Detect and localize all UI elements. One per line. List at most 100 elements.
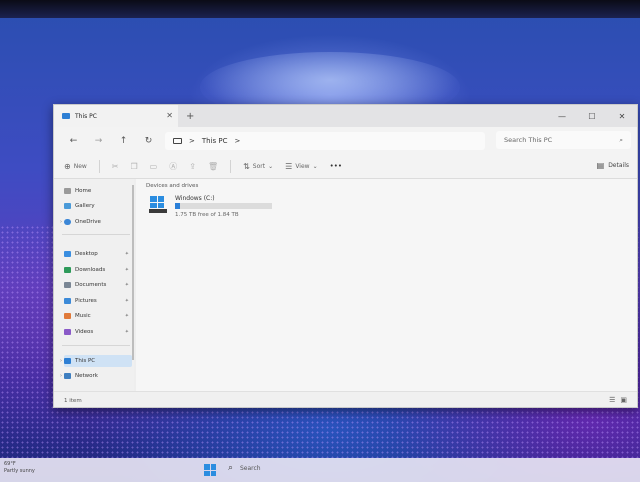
sidebar-item-label: Documents [75,282,107,288]
search-placeholder: Search This PC [504,136,553,144]
drive-usage-fill [175,203,180,209]
sidebar-item-label: Downloads [75,267,106,273]
tiles-view-icon[interactable]: ▣ [620,396,627,404]
plus-icon: ⊕ [64,161,71,171]
chevron-right-icon[interactable]: › [60,373,62,379]
navigation-bar: ← → ↑ ↻ > This PC > Search This PC ⌕ [54,127,637,154]
share-icon[interactable]: ⇪ [189,162,196,171]
sidebar-item-documents[interactable]: Documents ✦ [64,279,132,291]
sidebar-item-label: Pictures [75,298,97,304]
taskbar-search[interactable]: Search [240,465,261,472]
chevron-down-icon: ⌄ [312,162,318,170]
sidebar-item-music[interactable]: Music ✦ [64,310,132,322]
windows-logo-icon [150,196,164,208]
search-icon[interactable]: ⌕ [228,463,233,473]
file-explorer-window: This PC ✕ + — ☐ ✕ ← → ↑ ↻ > This PC > Se… [53,104,638,408]
file-list-area: Devices and drives Windows (C:) 1.75 TB … [136,179,637,391]
breadcrumb-this-pc[interactable]: This PC [202,137,228,145]
sidebar-item-label: Network [75,373,98,379]
tab-title: This PC [75,112,97,120]
details-button[interactable]: ▤ Details [597,161,629,170]
pin-icon: ✦ [124,298,129,304]
document-icon [64,282,71,288]
cut-icon[interactable]: ✂ [112,162,119,171]
search-input[interactable]: Search This PC ⌕ [496,131,631,149]
details-label: Details [608,162,629,169]
view-button[interactable]: ☰ View ⌄ [285,162,317,171]
drive-name: Windows (C:) [175,195,215,202]
sidebar-item-this-pc[interactable]: › This PC [60,355,132,367]
sort-icon: ⇅ [243,161,250,171]
sidebar-item-home[interactable]: Home [64,185,132,197]
refresh-button[interactable]: ↻ [136,136,161,146]
video-icon [64,329,71,335]
view-label: View [295,162,310,170]
drive-usage-bar [175,203,272,209]
sidebar-item-videos[interactable]: Videos ✦ [64,326,132,338]
drive-icon [148,196,168,216]
rename-icon[interactable]: Ⓐ [169,161,177,172]
close-tab-icon[interactable]: ✕ [166,111,173,120]
delete-icon[interactable]: 🗑 [208,162,218,171]
minimize-button[interactable]: — [547,105,577,127]
sidebar-item-network[interactable]: › Network [60,370,132,382]
sidebar-item-label: Gallery [75,203,95,209]
chevron-right-icon[interactable]: › [60,358,62,364]
desktop-folder-icon [64,251,71,257]
sidebar-item-label: Videos [75,329,94,335]
new-button[interactable]: ⊕ New [64,162,87,171]
view-icon: ☰ [285,161,293,171]
view-toggles: ☰ ▣ [609,396,627,404]
pc-icon [62,113,70,119]
sort-label: Sort [252,162,266,170]
temperature: 69°F [4,461,16,467]
item-count: 1 item [64,397,82,404]
pin-icon: ✦ [124,313,129,319]
weather-widget[interactable]: 69°F Partly sunny [4,461,35,475]
start-button[interactable] [204,464,216,476]
sidebar-item-label: Desktop [75,251,98,257]
sidebar-divider [62,234,130,235]
details-view-icon[interactable]: ☰ [609,396,615,404]
pin-icon: ✦ [124,267,129,273]
sidebar-item-pictures[interactable]: Pictures ✦ [64,295,132,307]
copy-icon[interactable]: ❐ [131,162,138,171]
tab-this-pc[interactable]: This PC ✕ [54,105,178,127]
sidebar-scrollbar[interactable] [132,185,134,360]
sidebar-item-onedrive[interactable]: › OneDrive [60,216,132,228]
maximize-button[interactable]: ☐ [577,105,607,127]
sidebar-item-label: Music [75,313,91,319]
drive-item-c[interactable]: Windows (C:) 1.75 TB free of 1.84 TB [148,195,278,225]
picture-icon [64,298,71,304]
pc-icon [173,137,182,144]
forward-button[interactable]: → [86,136,111,146]
more-options-button[interactable]: ••• [330,162,342,170]
pin-icon: ✦ [124,251,129,257]
window-controls: — ☐ ✕ [547,105,637,127]
sidebar-item-label: Home [75,188,92,194]
up-button[interactable]: ↑ [111,136,136,146]
pin-icon: ✦ [124,329,129,335]
navigation-pane: Home Gallery › OneDrive Desktop ✦ Downlo… [54,179,134,391]
close-button[interactable]: ✕ [607,105,637,127]
sidebar-divider [62,345,130,346]
sidebar-item-gallery[interactable]: Gallery [64,200,132,212]
new-label: New [73,162,87,170]
sidebar-item-label: This PC [75,358,96,364]
command-bar: ⊕ New ✂ ❐ ▭ Ⓐ ⇪ 🗑 ⇅ Sort ⌄ ☰ View ⌄ ••• … [54,154,637,179]
home-icon [64,188,71,194]
sort-button[interactable]: ⇅ Sort ⌄ [243,162,273,171]
breadcrumb-separator[interactable]: > [235,137,241,145]
sidebar-item-downloads[interactable]: Downloads ✦ [64,264,132,276]
new-tab-button[interactable]: + [186,111,194,122]
weather-condition: Partly sunny [4,468,35,474]
address-bar[interactable]: > This PC > [165,131,485,150]
chevron-right-icon[interactable]: › [60,219,62,225]
title-bar: This PC ✕ + — ☐ ✕ [54,105,637,127]
paste-icon[interactable]: ▭ [150,162,158,171]
disk-icon [149,209,167,213]
back-button[interactable]: ← [61,136,86,146]
sidebar-item-desktop[interactable]: Desktop ✦ [64,248,132,260]
taskbar: 69°F Partly sunny ⌕ Search [0,458,640,482]
gallery-icon [64,203,71,209]
